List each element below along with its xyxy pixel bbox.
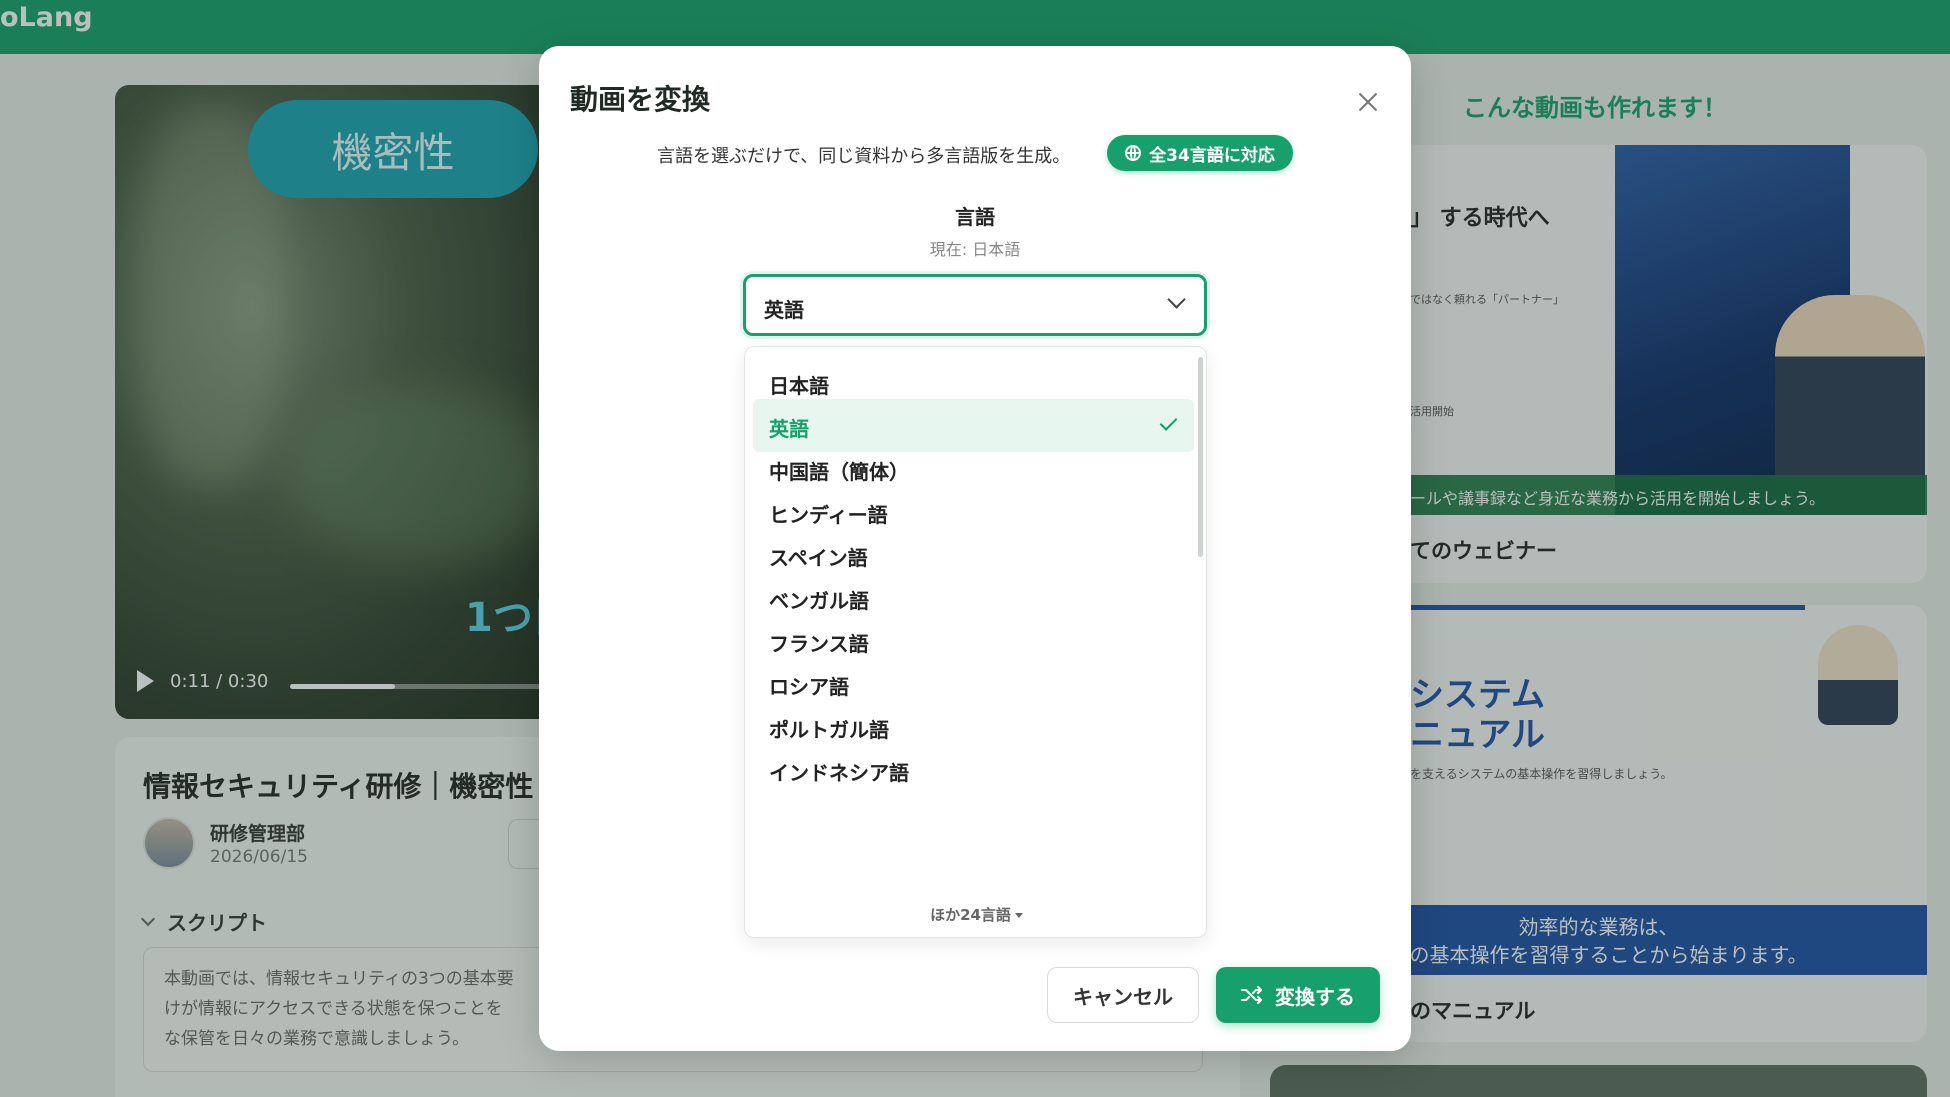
cancel-button[interactable]: キャンセル	[1047, 967, 1199, 1023]
shuffle-icon	[1241, 986, 1262, 1004]
language-option-label: ロシア語	[769, 675, 849, 699]
dialog-subtitle: 言語を選ぶだけで、同じ資料から多言語版を生成。	[657, 146, 1071, 167]
convert-label: 変換する	[1275, 984, 1355, 1009]
chevron-down-icon	[1167, 290, 1186, 309]
language-option-label: 中国語（簡体）	[769, 460, 909, 484]
globe-icon	[1125, 145, 1142, 161]
convert-button[interactable]: 変換する	[1216, 967, 1380, 1023]
scrollbar[interactable]	[1198, 357, 1203, 557]
language-option[interactable]: インドネシア語	[753, 743, 1194, 796]
close-icon[interactable]	[1348, 82, 1388, 122]
caret-down-icon	[1014, 913, 1023, 918]
dialog-title: 動画を変換	[570, 83, 711, 116]
language-dropdown: 日本語英語中国語（簡体） ヒンディー語 スペイン語ベンガル語フランス語ロシア語ポルト…	[744, 346, 1207, 938]
badge-label: 全34言語に対応	[1149, 145, 1275, 166]
language-label: 言語	[955, 205, 995, 229]
selected-language: 英語	[764, 298, 804, 322]
convert-dialog: 動画を変換 言語を選ぶだけで、同じ資料から多言語版を生成。 全34言語に対応 言…	[539, 46, 1411, 1051]
more-languages-button[interactable]: ほか24言語	[745, 904, 1208, 925]
language-option-label: インドネシア語	[769, 761, 909, 785]
more-languages-label: ほか24言語	[930, 906, 1011, 924]
language-option-label: フランス語	[769, 632, 869, 656]
language-option-label: ポルトガル語	[769, 718, 889, 742]
language-option-label: ヒンディー語	[769, 503, 888, 527]
language-option-label: 日本語	[769, 374, 829, 398]
check-icon	[1159, 413, 1178, 431]
language-option-label: ベンガル語	[769, 589, 869, 613]
language-option-label: スペイン語	[769, 546, 868, 570]
language-option-label: 英語	[769, 417, 809, 441]
language-count-badge: 全34言語に対応	[1107, 135, 1293, 171]
language-select[interactable]: 英語	[743, 274, 1207, 336]
current-language: 現在: 日本語	[929, 240, 1021, 259]
